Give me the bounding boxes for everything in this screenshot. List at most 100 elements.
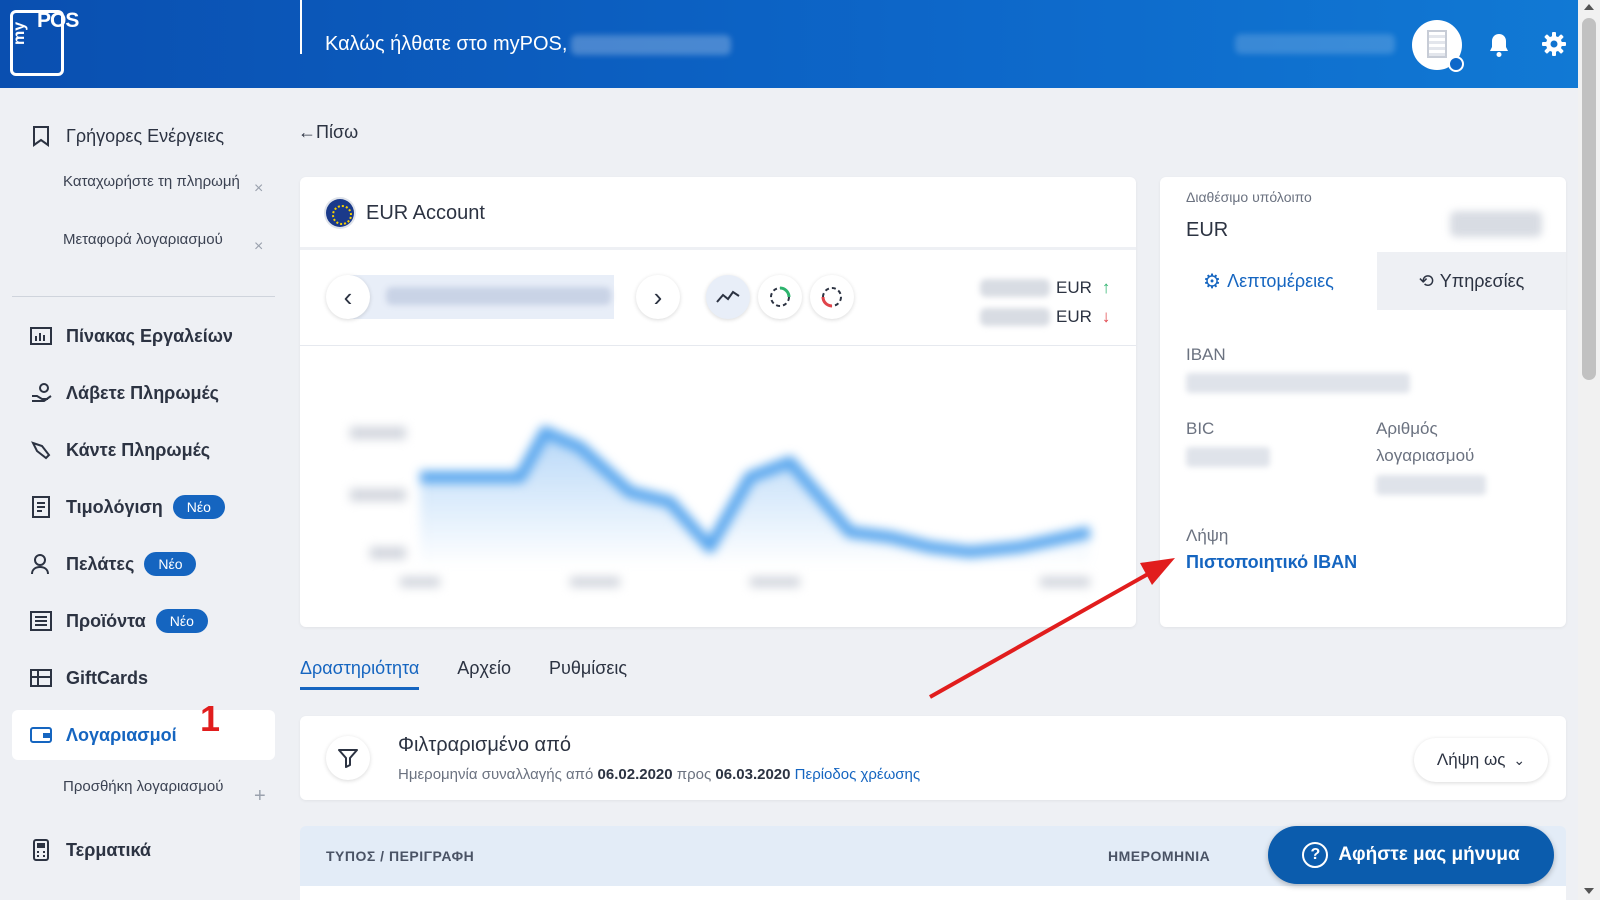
eu-flag-icon bbox=[326, 199, 354, 227]
available-balance-label: Διαθέσιμο υπόλοιπο bbox=[1186, 189, 1312, 205]
tab-details[interactable]: ⚙ Λεπτομέρειες bbox=[1160, 252, 1377, 310]
new-badge: Νέο bbox=[172, 495, 225, 519]
redacted-username bbox=[571, 34, 732, 55]
sidebar-item-receive-payments[interactable]: Λάβετε Πληρωμές bbox=[12, 368, 275, 418]
sidebar-item-quick-actions[interactable]: Γρήγορες Ενέργειες bbox=[12, 111, 275, 161]
quick-sub-account-transfer[interactable]: Μεταφορά λογαριασμού bbox=[63, 228, 263, 251]
account-number-label: Αριθμός λογαριασμού bbox=[1376, 419, 1475, 465]
gear-icon[interactable] bbox=[1541, 31, 1567, 57]
divider bbox=[300, 345, 1136, 346]
redacted-income bbox=[980, 278, 1050, 297]
add-account-icon[interactable]: + bbox=[254, 785, 266, 808]
income-donut-toggle[interactable] bbox=[758, 275, 802, 319]
tab-archive[interactable]: Αρχείο bbox=[457, 658, 511, 690]
welcome-message: Καλώς ήλθατε στο myPOS, bbox=[325, 33, 732, 56]
chevron-right-icon: › bbox=[653, 282, 663, 312]
iban-certificate-link[interactable]: Πιστοποιητικό IBAN bbox=[1186, 549, 1386, 576]
filter-description: Ημερομηνία συναλλαγής από 06.02.2020 προ… bbox=[398, 766, 921, 783]
scrollbar-thumb[interactable] bbox=[1582, 18, 1596, 380]
column-date[interactable]: ΗΜΕΡΟΜΗΝΙΑ bbox=[1108, 848, 1210, 864]
header-divider bbox=[300, 0, 302, 54]
invoice-icon bbox=[30, 496, 52, 518]
filter-title: Φιλτραρισμένο από bbox=[398, 734, 572, 756]
back-link[interactable]: ←Πίσω bbox=[298, 122, 358, 143]
divider bbox=[300, 247, 1136, 250]
expense-donut-toggle[interactable] bbox=[810, 275, 854, 319]
next-period-button[interactable]: › bbox=[636, 275, 680, 319]
verified-icon bbox=[1448, 56, 1464, 72]
wallet-icon bbox=[30, 724, 52, 746]
sidebar-item-dashboard[interactable]: Πίνακας Εργαλείων bbox=[12, 311, 275, 361]
line-chart-icon bbox=[716, 290, 740, 303]
redacted-account-number bbox=[1376, 475, 1486, 495]
account-card: EUR Account ‹ › EUR ↑ EUR ↓ bbox=[300, 177, 1136, 627]
tab-activity[interactable]: Δραστηριότητα bbox=[300, 658, 420, 690]
balance-card: Διαθέσιμο υπόλοιπο EUR ⚙ Λεπτομέρειες ⟲ … bbox=[1160, 177, 1566, 627]
bookmark-icon bbox=[30, 125, 52, 147]
refresh-icon: ⟲ bbox=[1418, 270, 1434, 291]
redacted-expense bbox=[980, 307, 1050, 326]
account-title: EUR Account bbox=[326, 199, 485, 227]
products-icon bbox=[30, 610, 52, 632]
chevron-left-icon: ‹ bbox=[343, 282, 353, 312]
line-chart-toggle[interactable] bbox=[706, 275, 750, 319]
billing-period-link[interactable]: Περίοδος χρέωσης bbox=[795, 766, 920, 783]
customer-icon bbox=[30, 553, 52, 575]
sidebar-item-giftcards[interactable]: GiftCards bbox=[12, 653, 275, 703]
receive-payment-icon bbox=[30, 382, 52, 404]
period-totals: EUR ↑ EUR ↓ bbox=[980, 273, 1110, 331]
redacted-date-range bbox=[386, 287, 611, 305]
building-icon bbox=[1427, 30, 1447, 58]
send-payment-icon bbox=[30, 439, 52, 461]
sidebar-item-terminals[interactable]: Τερματικά bbox=[12, 825, 275, 875]
tab-settings[interactable]: Ρυθμίσεις bbox=[549, 658, 627, 690]
donut-red-icon bbox=[821, 287, 842, 308]
tab-services[interactable]: ⟲ Υπηρεσίες bbox=[1377, 252, 1566, 310]
transactions-table-body bbox=[300, 886, 1566, 900]
balance-currency: EUR bbox=[1186, 219, 1229, 241]
download-as-button[interactable]: Λήψη ως ⌄ bbox=[1414, 738, 1548, 782]
filter-button[interactable] bbox=[326, 736, 370, 780]
date-to: 06.03.2020 bbox=[715, 766, 791, 783]
mypos-logo[interactable]: POS my bbox=[10, 9, 79, 76]
annotation-step-number: 1 bbox=[200, 698, 221, 739]
bic-label: BIC bbox=[1186, 419, 1215, 438]
top-header: POS my Καλώς ήλθατε στο myPOS, bbox=[0, 0, 1578, 88]
activity-tabs: Δραστηριότητα Αρχείο Ρυθμίσεις bbox=[300, 658, 665, 690]
avatar[interactable] bbox=[1412, 20, 1464, 72]
gear-icon: ⚙ bbox=[1203, 270, 1222, 293]
redacted-user-name[interactable] bbox=[1235, 34, 1395, 54]
arrow-down-icon: ↓ bbox=[1101, 307, 1111, 326]
quick-sub-register-payment[interactable]: Καταχωρήστε τη πληρωμή bbox=[63, 170, 263, 193]
scroll-down-icon[interactable] bbox=[1584, 888, 1594, 894]
bell-icon[interactable] bbox=[1487, 32, 1511, 58]
chevron-down-icon: ⌄ bbox=[1513, 751, 1526, 768]
giftcard-icon bbox=[30, 667, 52, 689]
download-label: Λήψη bbox=[1186, 526, 1229, 545]
filter-card: Φιλτραρισμένο από Ημερομηνία συναλλαγής … bbox=[300, 716, 1566, 800]
filter-icon bbox=[338, 749, 358, 768]
prev-period-button[interactable]: ‹ bbox=[326, 275, 370, 319]
scroll-up-icon[interactable] bbox=[1584, 4, 1594, 10]
dashboard-icon bbox=[30, 325, 52, 347]
donut-green-icon bbox=[770, 286, 791, 307]
redacted-bic bbox=[1186, 447, 1270, 467]
sidebar-item-invoicing[interactable]: Τιμολόγιση Νέο bbox=[12, 482, 275, 532]
remove-register-payment-icon[interactable]: × bbox=[254, 180, 263, 198]
remove-account-transfer-icon[interactable]: × bbox=[254, 238, 263, 256]
date-from: 06.02.2020 bbox=[597, 766, 673, 783]
balance-chart-blurred bbox=[350, 426, 1092, 587]
iban-label: IBAN bbox=[1186, 345, 1226, 364]
sidebar-add-account[interactable]: Προσθήκη λογαριασμού bbox=[63, 775, 263, 798]
leave-message-button[interactable]: ? Αφήστε μας μήνυμα bbox=[1268, 826, 1554, 884]
sidebar-divider bbox=[12, 296, 275, 297]
date-range-display[interactable] bbox=[350, 275, 614, 319]
sidebar-item-customers[interactable]: Πελάτες Νέο bbox=[12, 539, 275, 589]
sidebar-item-products[interactable]: Προϊόντα Νέο bbox=[12, 596, 275, 646]
page-scrollbar[interactable] bbox=[1578, 0, 1600, 900]
arrow-up-icon: ↑ bbox=[1101, 278, 1111, 297]
column-type[interactable]: ΤΥΠΟΣ / ΠΕΡΙΓΡΑΦΗ bbox=[326, 848, 474, 864]
sidebar-item-accounts[interactable]: Λογαριασμοί bbox=[12, 710, 275, 760]
arrow-left-icon: ← bbox=[298, 122, 316, 142]
sidebar-item-make-payments[interactable]: Κάντε Πληρωμές bbox=[12, 425, 275, 475]
